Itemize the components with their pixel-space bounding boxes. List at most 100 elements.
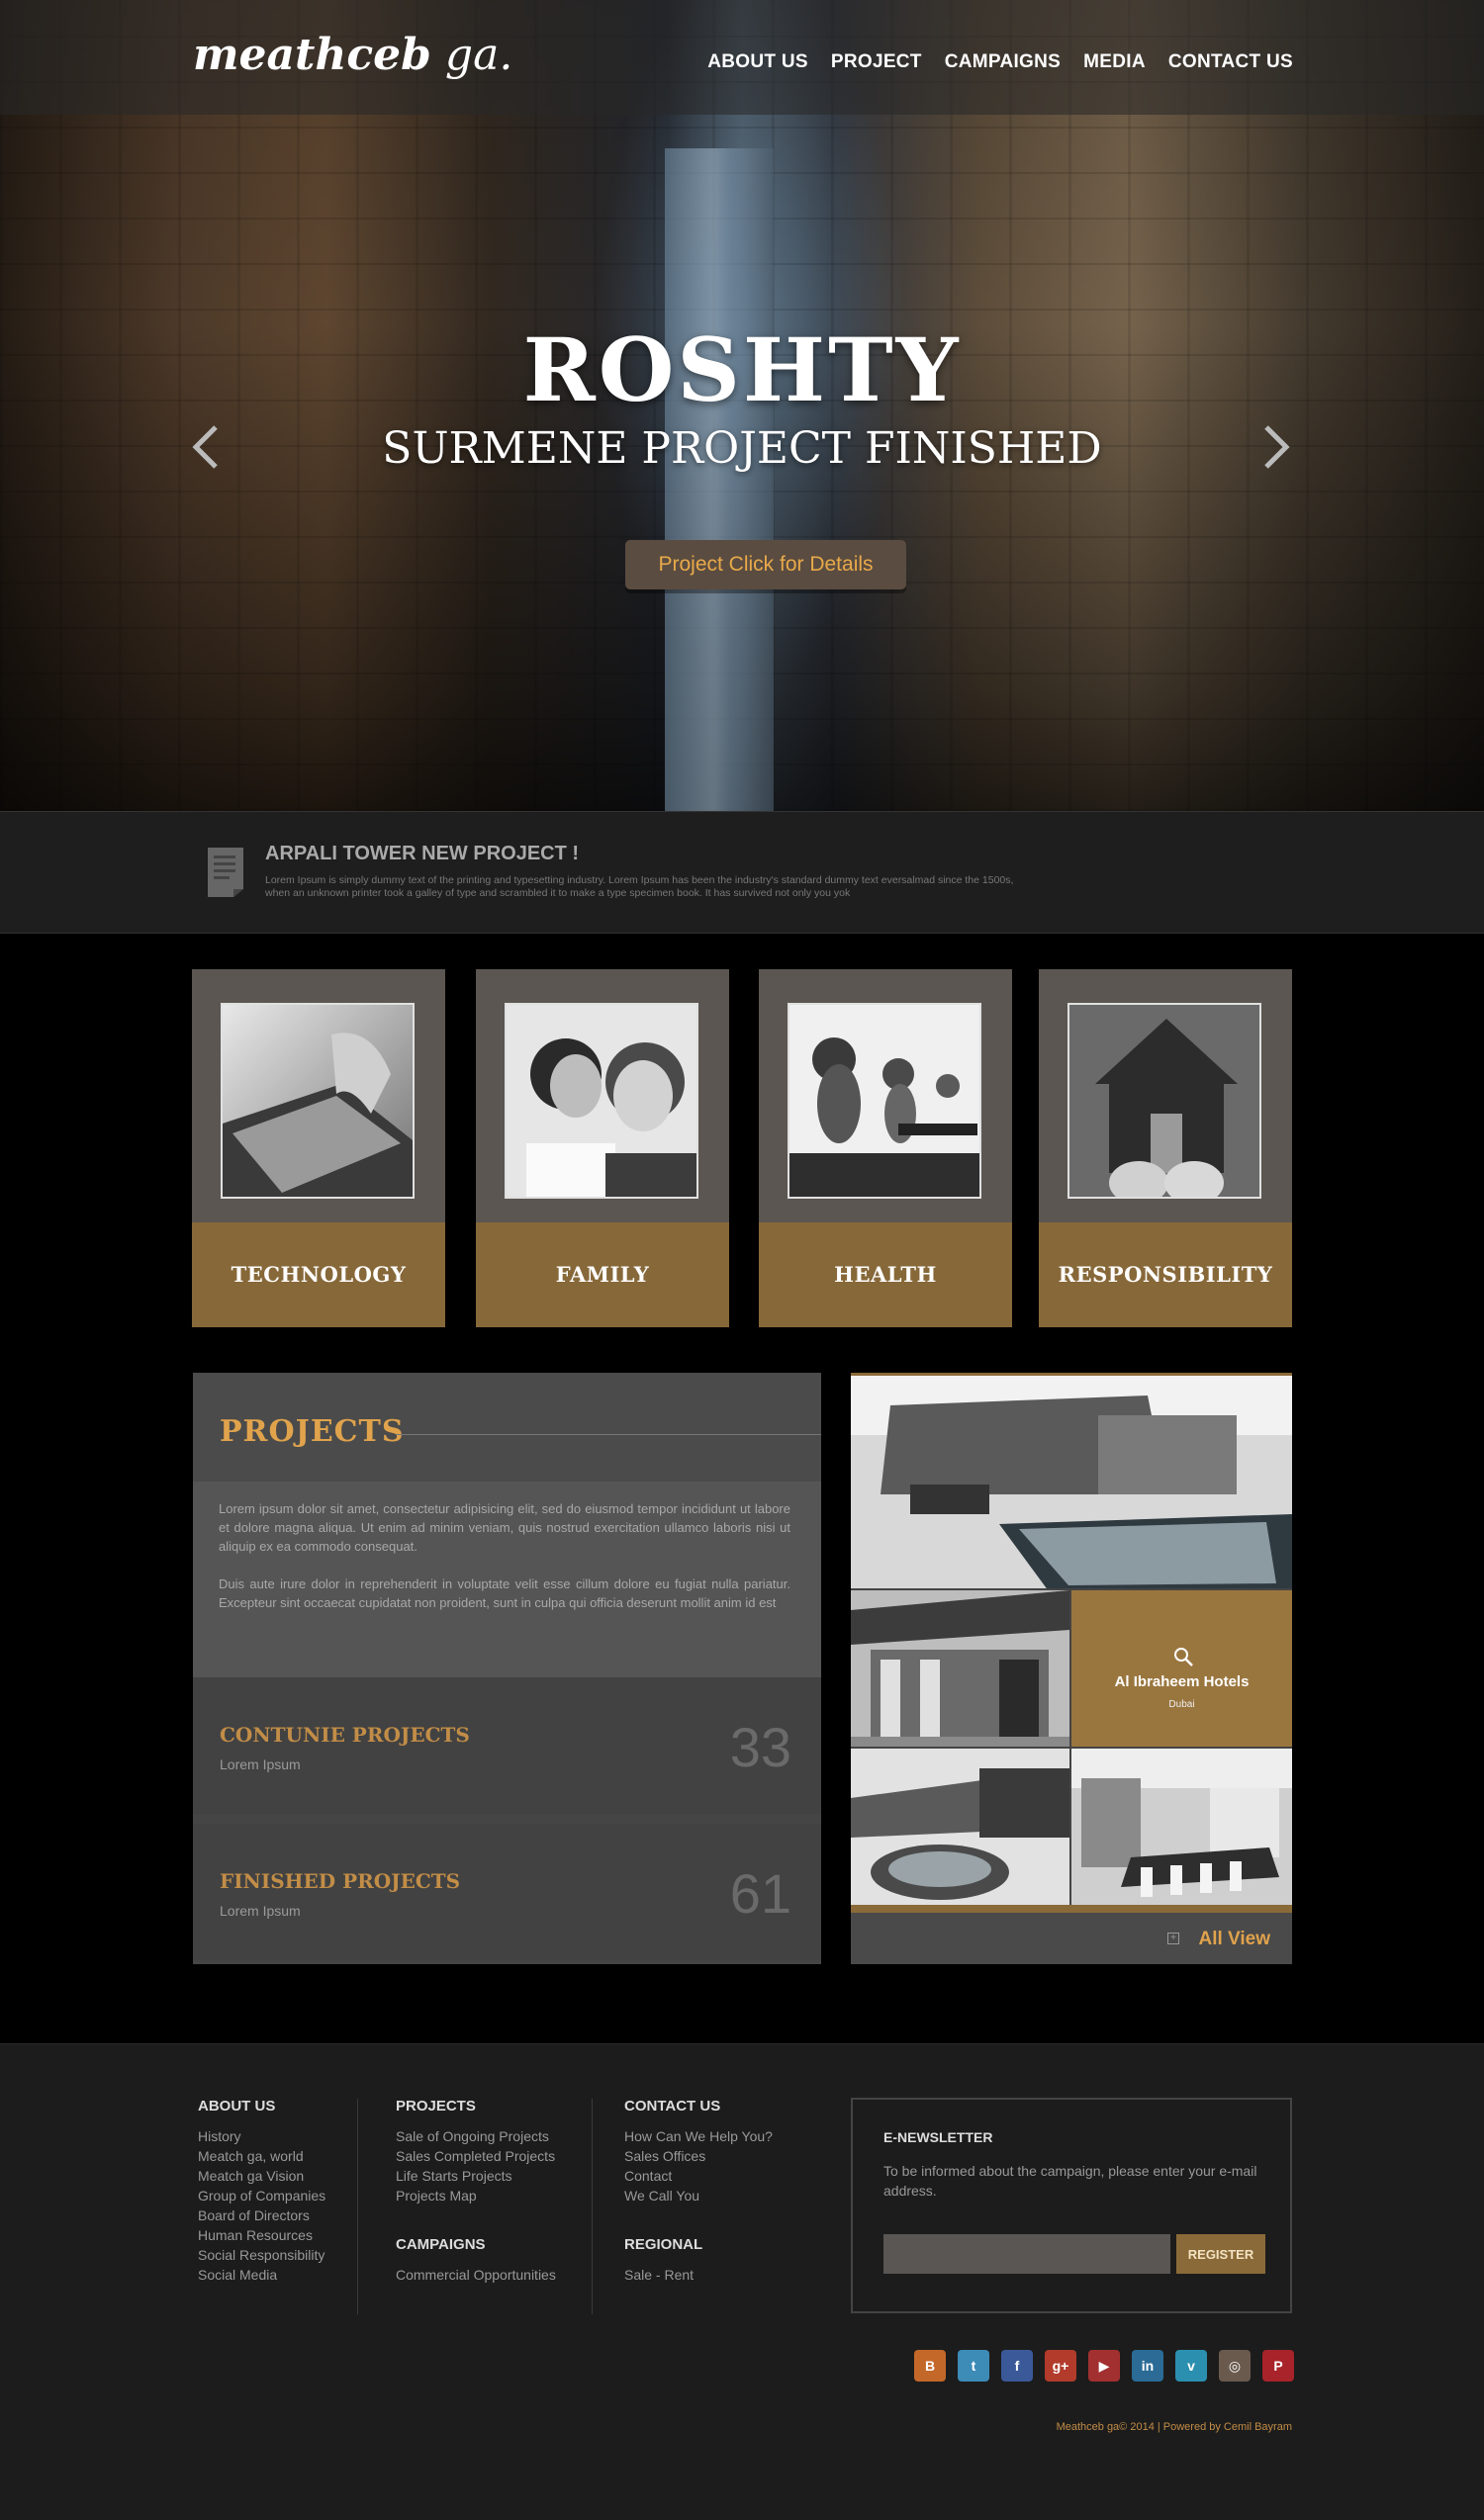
category-label: RESPONSIBILITY — [1039, 1222, 1292, 1327]
category-card-family[interactable]: FAMILY — [476, 969, 729, 1327]
stat-subtitle: Lorem Ipsum — [220, 1756, 301, 1772]
footer-link[interactable]: Contact — [624, 2166, 773, 2186]
newsletter-text: To be informed about the campaign, pleas… — [883, 2163, 1257, 2199]
twitter-icon[interactable]: t — [958, 2350, 989, 2382]
slider-next-arrow-icon[interactable] — [1260, 423, 1292, 471]
gallery-accent-stripe — [851, 1905, 1292, 1913]
footer-regional-column: REGIONAL Sale - Rent — [624, 2236, 702, 2285]
newsletter-email-input[interactable] — [883, 2234, 1170, 2274]
footer-link[interactable]: How Can We Help You? — [624, 2126, 773, 2146]
facebook-icon[interactable]: f — [1001, 2350, 1033, 2382]
document-icon — [208, 848, 243, 897]
footer-about-column: ABOUT US History Meatch ga, world Meatch… — [198, 2098, 325, 2285]
stat-title: CONTUNIE PROJECTS — [220, 1723, 470, 1747]
footer-link[interactable]: Social Responsibility — [198, 2245, 325, 2265]
footer-link[interactable]: Social Media — [198, 2265, 325, 2285]
footer-campaigns-title: CAMPAIGNS — [396, 2236, 486, 2253]
stat-continue-projects[interactable]: CONTUNIE PROJECTS Lorem Ipsum 33 — [193, 1677, 821, 1814]
footer-link[interactable]: Meatch ga, world — [198, 2146, 325, 2166]
nav-project[interactable]: PROJECT — [831, 51, 922, 73]
news-title[interactable]: ARPALI TOWER NEW PROJECT ! — [265, 843, 579, 865]
search-icon[interactable] — [1172, 1646, 1194, 1667]
health-photo — [788, 1003, 981, 1199]
footer-projects-column: PROJECTS Sale of Ongoing Projects Sales … — [396, 2098, 555, 2205]
projects-paragraph-2: Duis aute irure dolor in reprehenderit i… — [219, 1576, 790, 1610]
stat-number: 33 — [729, 1716, 791, 1778]
vimeo-icon[interactable]: v — [1175, 2350, 1207, 2382]
footer-link[interactable]: Board of Directors — [198, 2205, 325, 2225]
projects-paragraph-1: Lorem ipsum dolor sit amet, consectetur … — [219, 1501, 790, 1554]
slider-prev-arrow-icon[interactable] — [190, 423, 222, 471]
pinterest-icon[interactable]: P — [1262, 2350, 1294, 2382]
family-photo — [505, 1003, 698, 1199]
gallery-image-hot-tub[interactable] — [851, 1749, 1069, 1905]
category-label: FAMILY — [476, 1222, 729, 1327]
category-card-technology[interactable]: TECHNOLOGY — [192, 969, 445, 1327]
social-icons: Bt f g+ ▶ in v ◎ P — [914, 2350, 1294, 2382]
gallery-image-hotel[interactable]: Al Ibraheem Hotels Dubai — [1071, 1590, 1292, 1747]
projects-header: PROJECTS — [193, 1373, 821, 1482]
footer-projects-title: PROJECTS — [396, 2098, 476, 2115]
expand-icon: + — [1167, 1933, 1179, 1944]
footer-link[interactable]: Sales Completed Projects — [396, 2146, 555, 2166]
projects-title-divider — [396, 1434, 821, 1435]
gallery-image-pool-house[interactable] — [851, 1373, 1292, 1588]
gallery-footer: + All View — [851, 1905, 1292, 1964]
category-card-responsibility[interactable]: RESPONSIBILITY — [1039, 969, 1292, 1327]
newsletter-title: E-NEWSLETTER — [883, 2129, 993, 2145]
nav-campaigns[interactable]: CAMPAIGNS — [945, 51, 1061, 73]
stat-title: FINISHED PROJECTS — [220, 1869, 461, 1893]
gallery-hotel-name: Al Ibraheem Hotels — [1114, 1673, 1250, 1690]
footer-regional-title: REGIONAL — [624, 2236, 703, 2253]
project-details-button[interactable]: Project Click for Details — [625, 540, 906, 589]
nav-media[interactable]: MEDIA — [1083, 51, 1146, 73]
footer-link[interactable]: Life Starts Projects — [396, 2166, 555, 2186]
newsletter-box: E-NEWSLETTER To be informed about the ca… — [851, 2098, 1292, 2313]
hero-background-image — [665, 148, 774, 811]
blogger-icon[interactable]: B — [914, 2350, 946, 2382]
footer-link[interactable]: Human Resources — [198, 2225, 325, 2245]
register-button[interactable]: REGISTER — [1176, 2234, 1265, 2274]
gallery-image-dining-room[interactable] — [1071, 1749, 1292, 1905]
stat-finished-projects[interactable]: FINISHED PROJECTS Lorem Ipsum 61 — [193, 1824, 821, 1960]
nav-contact-us[interactable]: CONTACT US — [1168, 51, 1293, 73]
footer-link[interactable]: Projects Map — [396, 2186, 555, 2205]
stat-subtitle: Lorem Ipsum — [220, 1903, 301, 1919]
category-label: TECHNOLOGY — [192, 1222, 445, 1327]
all-view-link[interactable]: All View — [1198, 1929, 1270, 1950]
copyright: Meathceb ga© 2014 | Powered by Cemil Bay… — [1056, 2421, 1292, 2433]
site-header: meathceb ga. ABOUT US PROJECT CAMPAIGNS … — [0, 0, 1484, 115]
footer-campaigns-column: CAMPAIGNS Commercial Opportunities — [396, 2236, 556, 2285]
footer-link[interactable]: Sales Offices — [624, 2146, 773, 2166]
hero-title: ROSHTY — [522, 318, 962, 421]
projects-title: PROJECTS — [220, 1414, 405, 1449]
footer-link[interactable]: Sale - Rent — [624, 2265, 702, 2285]
linkedin-icon[interactable]: in — [1132, 2350, 1163, 2382]
footer-link[interactable]: Group of Companies — [198, 2186, 325, 2205]
footer-link[interactable]: Meatch ga Vision — [198, 2166, 325, 2186]
youtube-icon[interactable]: ▶ — [1088, 2350, 1120, 2382]
google-plus-icon[interactable]: g+ — [1045, 2350, 1076, 2382]
footer-about-title: ABOUT US — [198, 2098, 276, 2115]
instagram-icon[interactable]: ◎ — [1219, 2350, 1251, 2382]
main-nav: ABOUT US PROJECT CAMPAIGNS MEDIA CONTACT… — [707, 51, 1293, 73]
projects-panel: PROJECTS Lorem ipsum dolor sit amet, con… — [193, 1373, 821, 1964]
category-card-health[interactable]: HEALTH — [759, 969, 1012, 1327]
gallery-hover-overlay: Al Ibraheem Hotels Dubai — [1071, 1590, 1292, 1747]
footer-link[interactable]: We Call You — [624, 2186, 773, 2205]
footer-link[interactable]: Commercial Opportunities — [396, 2265, 556, 2285]
nav-about-us[interactable]: ABOUT US — [707, 51, 808, 73]
site-logo[interactable]: meathceb ga. — [193, 30, 512, 80]
footer-divider — [592, 2099, 593, 2314]
technology-photo — [221, 1003, 415, 1199]
stat-number: 61 — [729, 1862, 791, 1925]
gallery-hotel-city: Dubai — [1168, 1699, 1195, 1710]
projects-description: Lorem ipsum dolor sit amet, consectetur … — [193, 1482, 821, 1677]
news-text: Lorem Ipsum is simply dummy text of the … — [265, 874, 1014, 899]
project-gallery: Al Ibraheem Hotels Dubai + All View — [851, 1373, 1292, 1964]
footer-link[interactable]: History — [198, 2126, 325, 2146]
footer-link[interactable]: Sale of Ongoing Projects — [396, 2126, 555, 2146]
gallery-image-modern-facade[interactable] — [851, 1590, 1069, 1747]
footer-contact-title: CONTACT US — [624, 2098, 721, 2115]
responsibility-photo — [1067, 1003, 1261, 1199]
